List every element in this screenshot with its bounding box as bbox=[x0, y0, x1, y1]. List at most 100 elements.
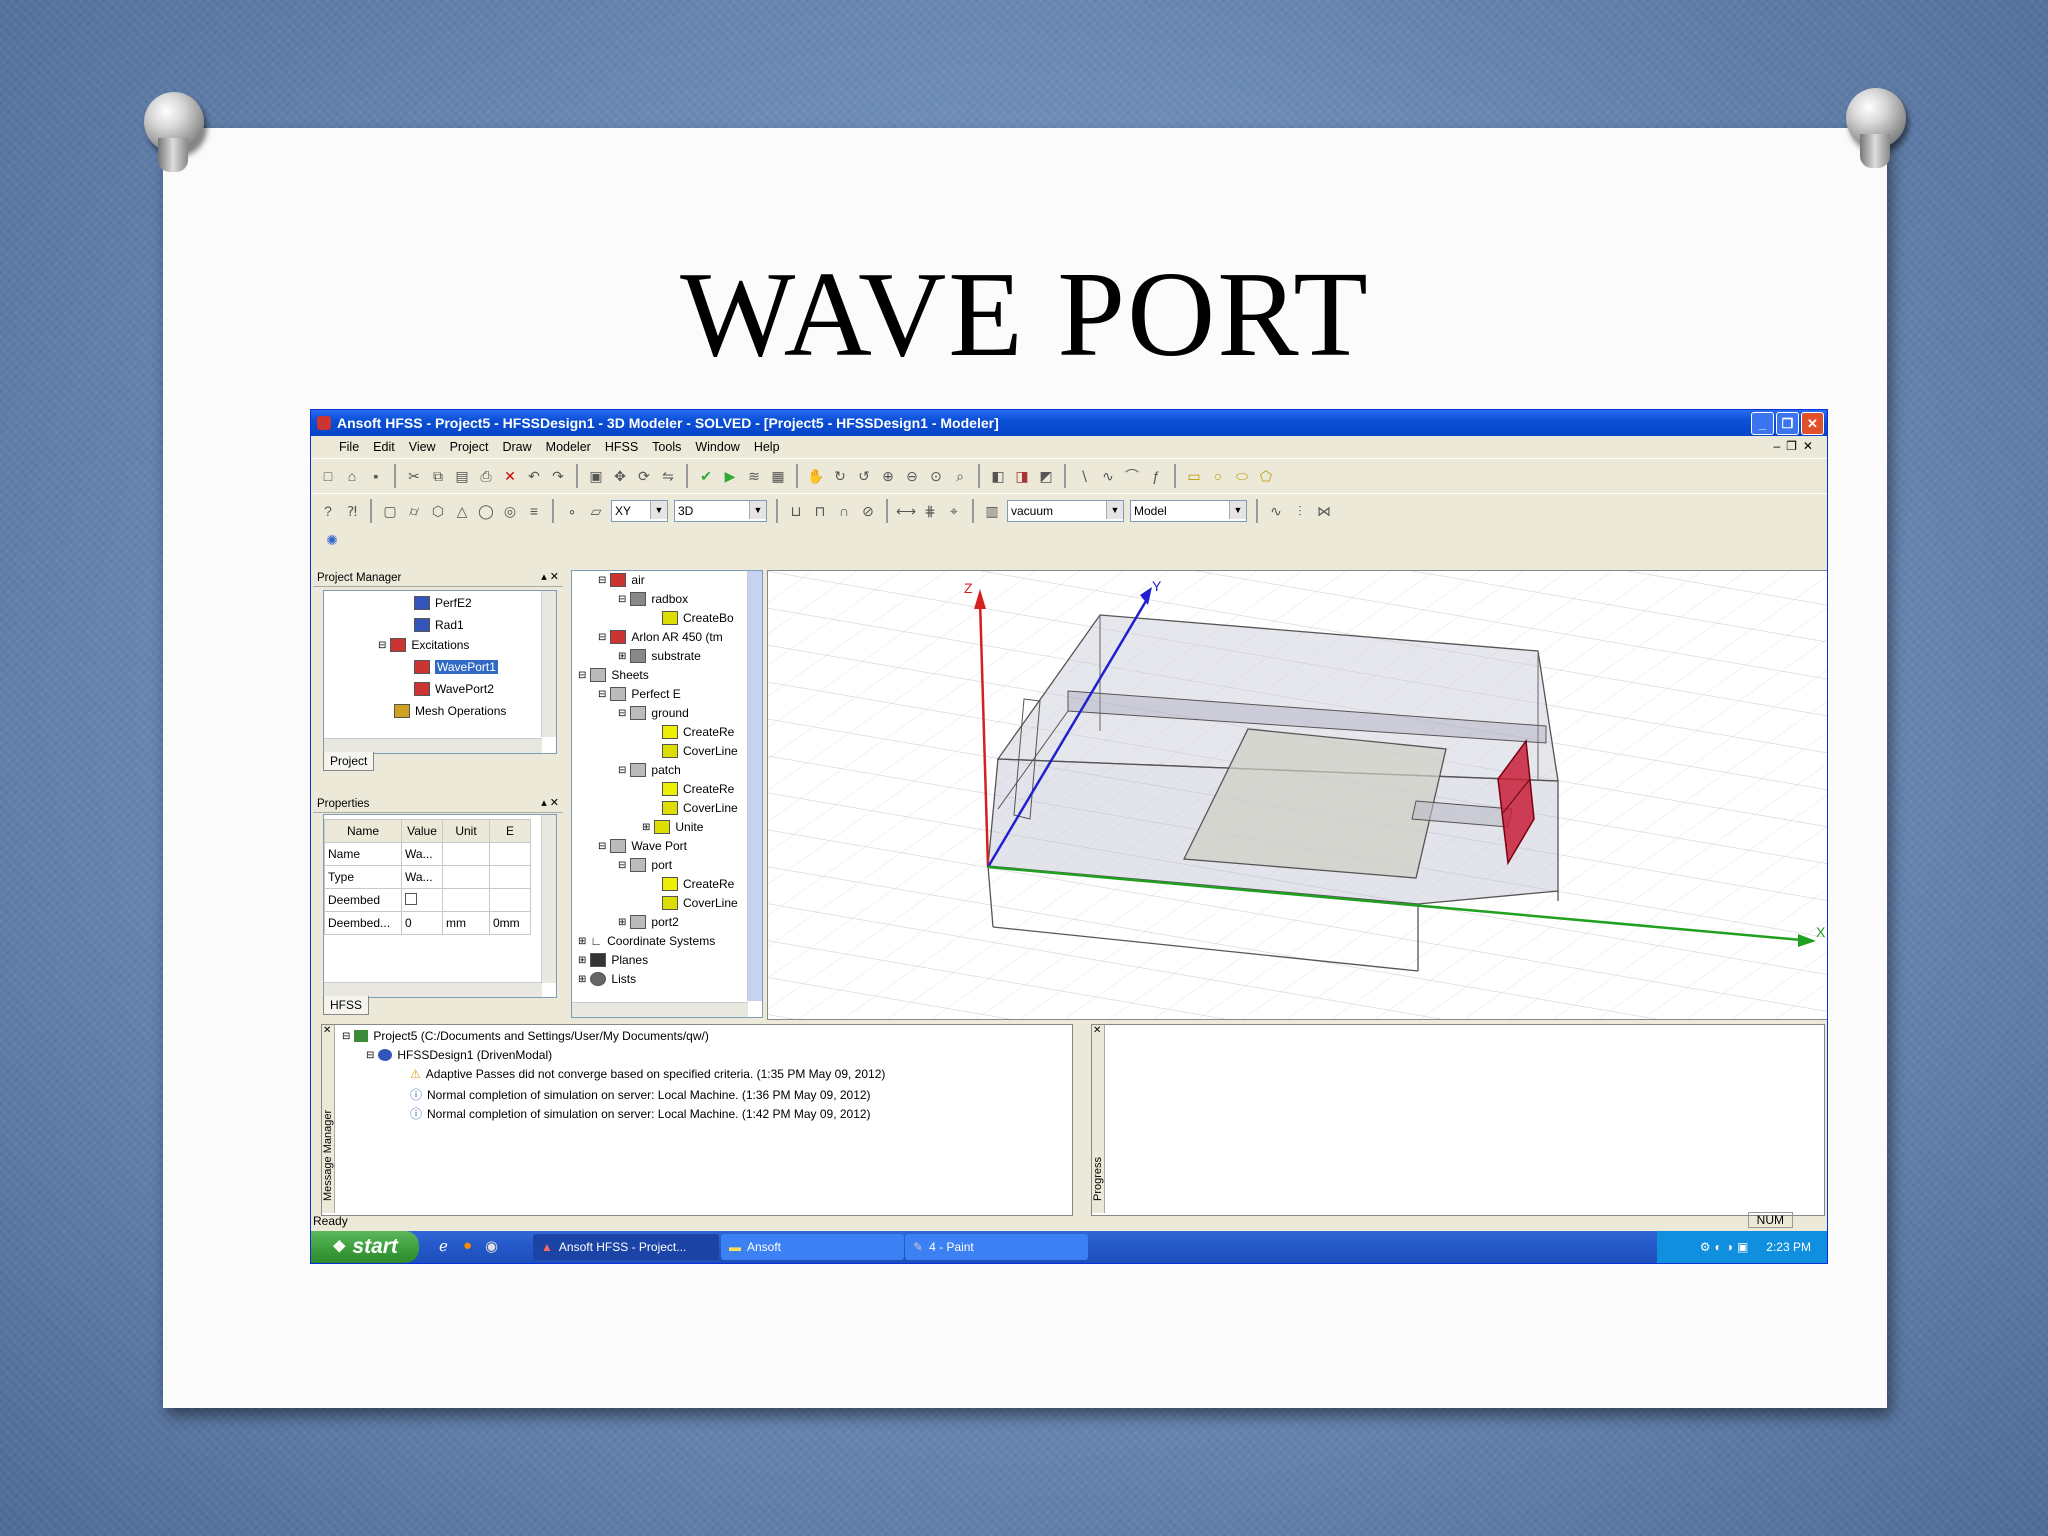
view-top-icon[interactable]: ◨ bbox=[1013, 467, 1031, 485]
panel-controls[interactable]: ▴ ✕ bbox=[541, 796, 559, 809]
message-row[interactable]: ⓘ Normal completion of simulation on ser… bbox=[410, 1086, 871, 1103]
save-icon[interactable]: ▪ bbox=[367, 467, 385, 485]
message-row[interactable]: ⓘ Normal completion of simulation on ser… bbox=[410, 1105, 871, 1122]
draw-ellipse-icon[interactable]: ⬭ bbox=[1233, 467, 1251, 485]
horizontal-scrollbar[interactable] bbox=[572, 1002, 748, 1017]
tree-item-waveport1[interactable]: WavePort1 bbox=[414, 658, 498, 676]
mdi-controls[interactable]: –❐✕ bbox=[1774, 439, 1820, 453]
collapse-icon[interactable]: ⊟ bbox=[618, 708, 626, 719]
expand-icon[interactable]: ⊞ bbox=[642, 822, 650, 833]
tree-item-port2[interactable]: ⊞ port2 bbox=[618, 913, 679, 931]
collapse-icon[interactable]: ⊟ bbox=[618, 765, 626, 776]
view-side-icon[interactable]: ◩ bbox=[1037, 467, 1055, 485]
tree-item-coverlines[interactable]: CoverLine bbox=[662, 742, 738, 760]
firefox-icon[interactable]: ● bbox=[463, 1237, 472, 1254]
move-icon[interactable]: ✥ bbox=[611, 467, 629, 485]
point-icon[interactable]: ∘ bbox=[563, 502, 581, 520]
horizontal-scrollbar[interactable] bbox=[324, 982, 542, 997]
tree-item-createbox[interactable]: CreateBo bbox=[662, 609, 734, 627]
view-front-icon[interactable]: ◧ bbox=[989, 467, 1007, 485]
tree-item-coverlines[interactable]: CoverLine bbox=[662, 894, 738, 912]
grid-icon[interactable]: ⋕ bbox=[921, 502, 939, 520]
snap-icon[interactable]: ⌖ bbox=[945, 502, 963, 520]
tree-item-planes[interactable]: ⊞ Planes bbox=[578, 951, 648, 969]
subtract-icon[interactable]: ⊓ bbox=[811, 502, 829, 520]
tree-item-radbox[interactable]: ⊟ radbox bbox=[618, 590, 688, 608]
table-row[interactable]: Name Wa... bbox=[324, 842, 531, 866]
menu-edit[interactable]: Edit bbox=[373, 440, 395, 454]
menu-file[interactable]: File bbox=[339, 440, 359, 454]
3d-modeler-viewport[interactable]: Z Y X bbox=[767, 570, 1827, 1020]
draw-torus-icon[interactable]: ◎ bbox=[501, 502, 519, 520]
expand-icon[interactable]: ⊞ bbox=[578, 936, 586, 947]
split-icon[interactable]: ⊘ bbox=[859, 502, 877, 520]
collapse-icon[interactable]: ⊟ bbox=[598, 632, 606, 643]
redo-icon[interactable]: ↷ bbox=[549, 467, 567, 485]
fields-icon[interactable]: ≋ bbox=[745, 467, 763, 485]
horizontal-scrollbar[interactable] bbox=[324, 738, 542, 753]
delete-icon[interactable]: ✕ bbox=[501, 467, 519, 485]
thicken-icon[interactable]: ⫶ bbox=[1291, 502, 1309, 520]
tree-item-createrectangle[interactable]: CreateRe bbox=[662, 723, 734, 741]
collapse-icon[interactable]: ⊟ bbox=[342, 1031, 350, 1042]
zoom-fit-icon[interactable]: ⊙ bbox=[927, 467, 945, 485]
draw-cylinder-icon[interactable]: ⌭ bbox=[405, 502, 423, 520]
expand-icon[interactable]: ⊞ bbox=[618, 917, 626, 928]
tree-item-excitations[interactable]: ⊟ Excitations bbox=[378, 636, 469, 654]
zoom-window-icon[interactable]: ⌕ bbox=[951, 467, 969, 485]
rotate-icon[interactable]: ⟳ bbox=[635, 467, 653, 485]
collapse-icon[interactable]: ⊟ bbox=[598, 689, 606, 700]
close-icon[interactable]: ✕ bbox=[1093, 1025, 1101, 1036]
tree-item-port[interactable]: ⊟ port bbox=[618, 856, 672, 874]
tree-item-unite[interactable]: ⊞ Unite bbox=[642, 818, 703, 836]
message-design-row[interactable]: ⊟ HFSSDesign1 (DrivenModal) bbox=[366, 1048, 552, 1062]
menu-project[interactable]: Project bbox=[450, 440, 489, 454]
draw-polygon-icon[interactable]: ⬠ bbox=[1257, 467, 1275, 485]
vertical-scrollbar[interactable] bbox=[541, 591, 556, 737]
tree-item-rad1[interactable]: Rad1 bbox=[414, 616, 464, 634]
tree-item-mesh-operations[interactable]: Mesh Operations bbox=[394, 702, 506, 720]
tree-item-coordinate-systems[interactable]: ⊞ ∟ Coordinate Systems bbox=[578, 932, 715, 950]
tree-item-substrate[interactable]: ⊞ substrate bbox=[618, 647, 701, 665]
tree-item-perfe2[interactable]: PerfE2 bbox=[414, 594, 472, 612]
undo-icon[interactable]: ↶ bbox=[525, 467, 543, 485]
tree-item-createrectangle[interactable]: CreateRe bbox=[662, 875, 734, 893]
tab-hfss[interactable]: HFSS bbox=[323, 996, 370, 1015]
vertical-scrollbar[interactable] bbox=[747, 571, 762, 1001]
tree-item-wave-port[interactable]: ⊟ Wave Port bbox=[598, 837, 687, 855]
tree-item-arlon[interactable]: ⊟ Arlon AR 450 (tm bbox=[598, 628, 723, 646]
draw-helix-icon[interactable]: ≡ bbox=[525, 502, 543, 520]
expand-icon[interactable]: ⊞ bbox=[578, 955, 586, 966]
menu-view[interactable]: View bbox=[409, 440, 436, 454]
material-select[interactable]: vacuum ▼ bbox=[1007, 500, 1124, 522]
restore-button[interactable]: ❐ bbox=[1776, 412, 1799, 435]
vertical-scrollbar[interactable] bbox=[541, 815, 556, 983]
measure-icon[interactable]: ⟷ bbox=[896, 502, 916, 520]
table-cell[interactable]: Wa... bbox=[401, 865, 443, 889]
radiation-icon[interactable]: ✺ bbox=[323, 531, 341, 549]
tree-item-lists[interactable]: ⊞ Lists bbox=[578, 970, 636, 988]
tree-item-patch[interactable]: ⊟ patch bbox=[618, 761, 681, 779]
mirror-icon[interactable]: ⇋ bbox=[659, 467, 677, 485]
title-bar[interactable]: Ansoft HFSS - Project5 - HFSSDesign1 - 3… bbox=[311, 410, 1827, 436]
unite-icon[interactable]: ⊔ bbox=[787, 502, 805, 520]
plane-select[interactable]: XY ▼ bbox=[611, 500, 668, 522]
collapse-icon[interactable]: ⊟ bbox=[366, 1050, 374, 1061]
table-row[interactable]: Type Wa... bbox=[324, 865, 531, 889]
table-cell[interactable]: 0 bbox=[401, 911, 443, 935]
collapse-icon[interactable]: ⊟ bbox=[618, 594, 626, 605]
sweep-icon[interactable]: ∿ bbox=[1267, 502, 1285, 520]
collapse-icon[interactable]: ⊟ bbox=[618, 860, 626, 871]
media-icon[interactable]: ◉ bbox=[485, 1237, 498, 1255]
tree-item-sheets[interactable]: ⊟ Sheets bbox=[578, 666, 649, 684]
draw-box-icon[interactable]: ▢ bbox=[381, 502, 399, 520]
plane-icon[interactable]: ⏥ bbox=[587, 502, 605, 520]
paste-icon[interactable]: ▤ bbox=[453, 467, 471, 485]
context-help-icon[interactable]: ⁈ bbox=[343, 502, 361, 520]
draw-arc-icon[interactable]: ⌒ bbox=[1123, 467, 1141, 485]
menu-window[interactable]: Window bbox=[695, 440, 739, 454]
table-cell[interactable]: Wa... bbox=[401, 842, 443, 866]
draw-function-icon[interactable]: ƒ bbox=[1147, 467, 1165, 485]
tree-item-ground[interactable]: ⊟ ground bbox=[618, 704, 689, 722]
draw-circle-icon[interactable]: ○ bbox=[1209, 467, 1227, 485]
